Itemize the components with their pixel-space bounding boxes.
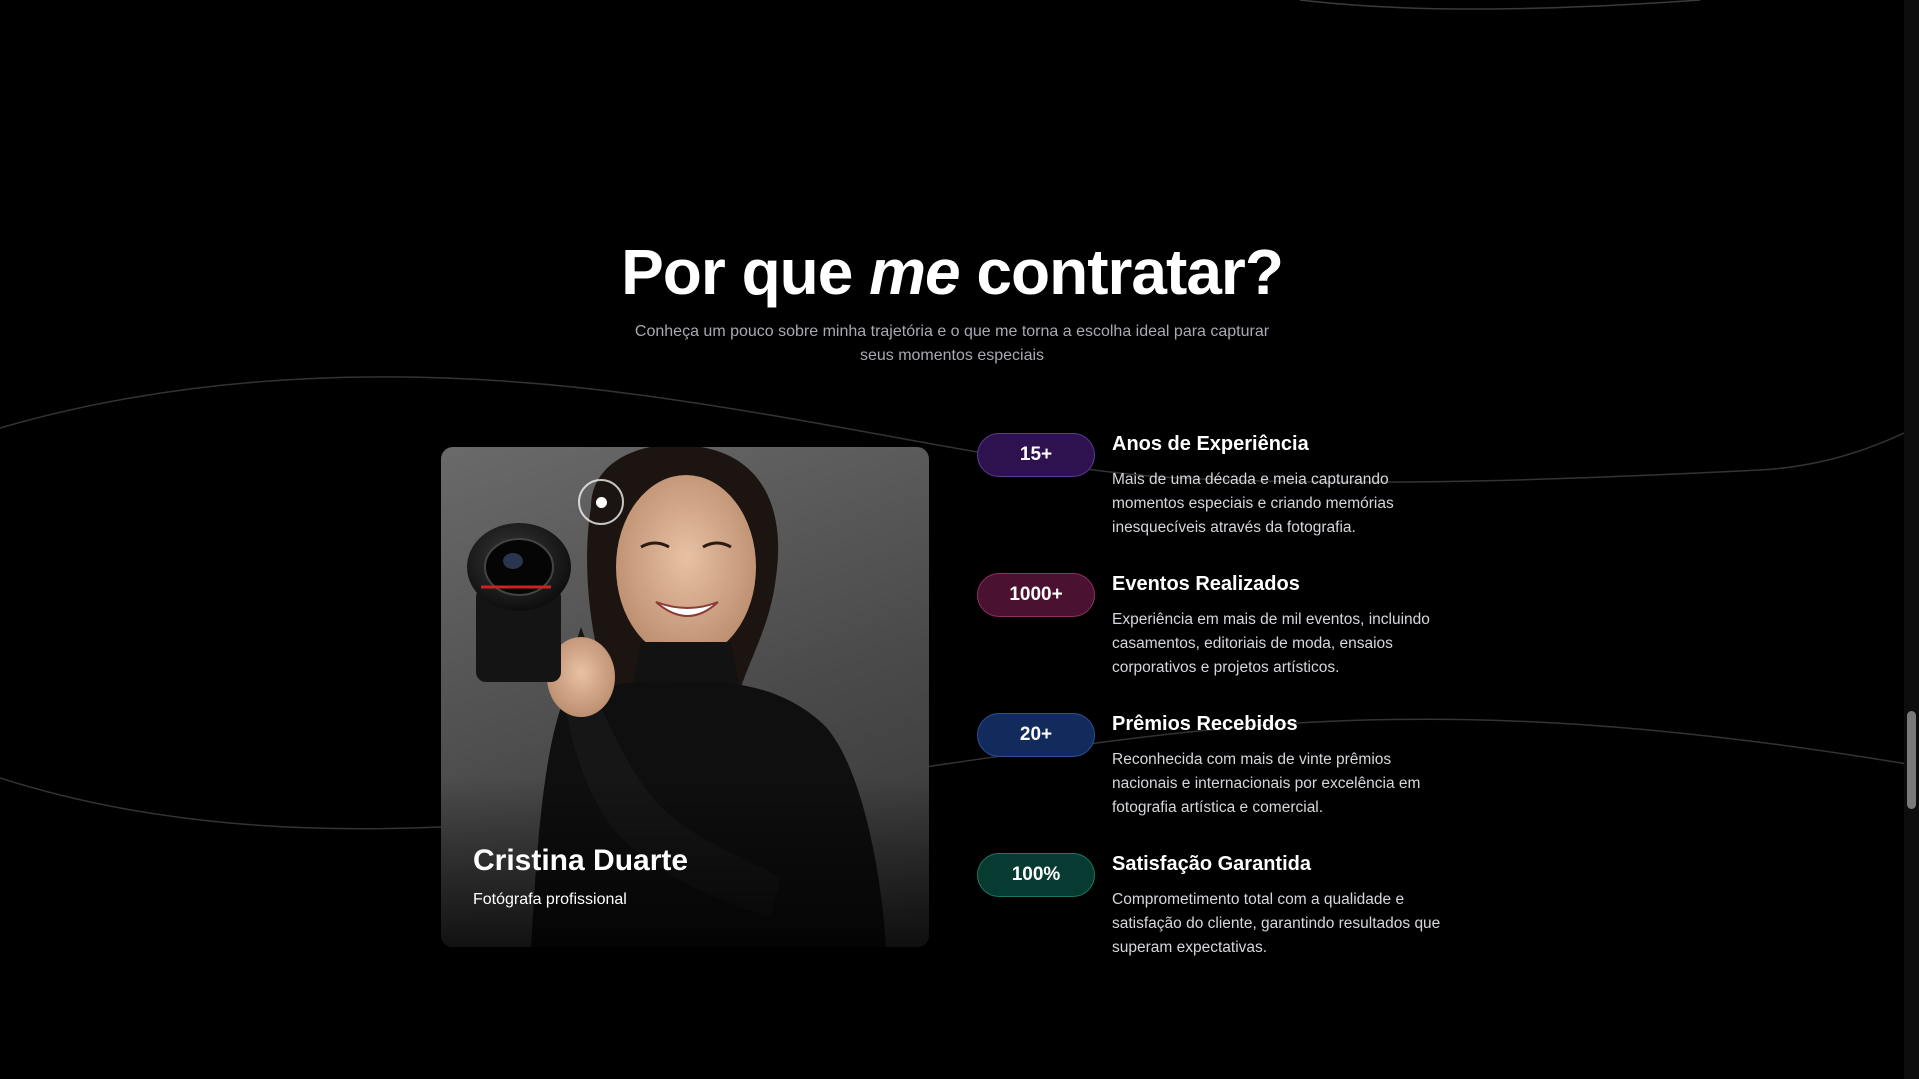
feature-description: Comprometimento total com a qualidade e … — [1112, 891, 1441, 956]
page-scrollbar[interactable] — [1904, 0, 1919, 1079]
profile-name: Cristina Duarte — [473, 844, 689, 877]
page: Por que me contratar? Conheça um pouco s… — [0, 0, 1919, 1079]
feature-title: Prêmios Recebidos — [1112, 713, 1298, 735]
profile-photo-card: Cristina Duarte Fotógrafa profissional — [441, 447, 929, 947]
feature-item-experience: 15+ Anos de Experiência Mais de uma déca… — [977, 431, 1457, 571]
feature-description: Reconhecida com mais de vinte prêmios na… — [1112, 751, 1421, 816]
profile-role: Fotógrafa profissional — [473, 891, 627, 908]
cursor-dot-icon — [596, 497, 607, 508]
feature-item-satisfaction: 100% Satisfação Garantida Comprometiment… — [977, 851, 1457, 991]
background-curves — [0, 0, 1919, 830]
feature-title: Anos de Experiência — [1112, 433, 1309, 455]
section-title-emphasis: me — [869, 236, 960, 308]
feature-badge: 20+ — [977, 713, 1095, 757]
feature-title: Satisfação Garantida — [1112, 853, 1311, 875]
section-subtitle: Conheça um pouco sobre minha trajetória … — [634, 323, 1270, 364]
section-title-part-3: contratar? — [976, 236, 1283, 308]
feature-badge: 15+ — [977, 433, 1095, 477]
feature-item-events: 1000+ Eventos Realizados Experiência em … — [977, 571, 1457, 711]
feature-description: Mais de uma década e meia capturando mom… — [1112, 471, 1394, 536]
feature-badge: 1000+ — [977, 573, 1095, 617]
section-title: Por que me contratar? — [0, 232, 1904, 312]
feature-item-awards: 20+ Prêmios Recebidos Reconhecida com ma… — [977, 711, 1457, 851]
section-title-part-1: Por que — [621, 236, 853, 308]
feature-title: Eventos Realizados — [1112, 573, 1300, 595]
feature-description: Experiência em mais de mil eventos, incl… — [1112, 611, 1430, 676]
scrollbar-thumb[interactable] — [1907, 711, 1916, 809]
features-list: 15+ Anos de Experiência Mais de uma déca… — [977, 431, 1457, 991]
feature-badge: 100% — [977, 853, 1095, 897]
custom-cursor-icon — [578, 479, 624, 525]
